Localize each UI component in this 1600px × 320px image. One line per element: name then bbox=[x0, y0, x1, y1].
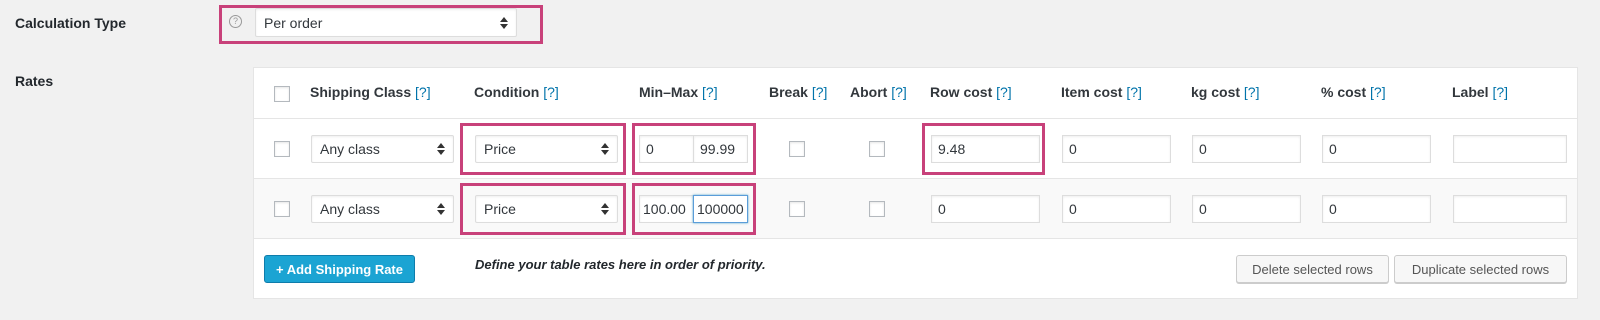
condition-select[interactable]: Price bbox=[475, 195, 618, 223]
condition-value: Price bbox=[484, 201, 516, 217]
kg-cost-input[interactable]: 0 bbox=[1192, 195, 1301, 223]
condition-select[interactable]: Price bbox=[475, 135, 618, 163]
header-abort: Abort [?] bbox=[850, 84, 907, 100]
help-link[interactable]: [?] bbox=[702, 84, 718, 100]
header-condition: Condition [?] bbox=[474, 84, 559, 100]
header-percent-cost: % cost [?] bbox=[1321, 84, 1386, 100]
help-link[interactable]: [?] bbox=[1492, 84, 1508, 100]
help-link[interactable]: [?] bbox=[1370, 84, 1386, 100]
header-break: Break [?] bbox=[769, 84, 828, 100]
abort-checkbox[interactable] bbox=[869, 141, 885, 157]
header-label: Label [?] bbox=[1452, 84, 1509, 100]
min-input[interactable]: 0 bbox=[639, 135, 694, 163]
table-rates-note: Define your table rates here in order of… bbox=[475, 257, 766, 272]
row-divider bbox=[254, 238, 1577, 239]
row-checkbox[interactable] bbox=[274, 141, 290, 157]
max-input[interactable]: 99.99 bbox=[693, 135, 748, 163]
help-link[interactable]: [?] bbox=[891, 84, 907, 100]
row-cost-input[interactable]: 9.48 bbox=[931, 135, 1040, 163]
header-row-cost: Row cost [?] bbox=[930, 84, 1012, 100]
item-cost-input[interactable]: 0 bbox=[1062, 135, 1171, 163]
percent-cost-input[interactable]: 0 bbox=[1322, 195, 1431, 223]
item-cost-input[interactable]: 0 bbox=[1062, 195, 1171, 223]
help-link[interactable]: [?] bbox=[1126, 84, 1142, 100]
help-link[interactable]: [?] bbox=[812, 84, 828, 100]
condition-value: Price bbox=[484, 141, 516, 157]
row-divider bbox=[254, 118, 1577, 119]
select-all-checkbox[interactable] bbox=[274, 86, 290, 102]
min-input[interactable]: 100.00 bbox=[639, 195, 694, 223]
duplicate-selected-rows-button[interactable]: Duplicate selected rows bbox=[1394, 255, 1567, 283]
delete-selected-rows-button[interactable]: Delete selected rows bbox=[1236, 255, 1389, 283]
rates-label: Rates bbox=[15, 73, 54, 89]
select-arrows-icon bbox=[601, 143, 609, 155]
break-checkbox[interactable] bbox=[789, 201, 805, 217]
help-link[interactable]: [?] bbox=[415, 84, 431, 100]
row-cost-input[interactable]: 0 bbox=[931, 195, 1040, 223]
break-checkbox[interactable] bbox=[789, 141, 805, 157]
calculation-type-select[interactable]: Per order bbox=[255, 8, 517, 37]
help-link[interactable]: [?] bbox=[543, 84, 559, 100]
help-icon[interactable]: ? bbox=[229, 15, 242, 28]
percent-cost-input[interactable]: 0 bbox=[1322, 135, 1431, 163]
row-checkbox[interactable] bbox=[274, 201, 290, 217]
max-input[interactable]: 100000 bbox=[693, 195, 748, 223]
select-arrows-icon bbox=[601, 203, 609, 215]
select-arrows-icon bbox=[437, 143, 445, 155]
help-link[interactable]: [?] bbox=[996, 84, 1012, 100]
shipping-class-value: Any class bbox=[320, 141, 380, 157]
label-input[interactable] bbox=[1453, 135, 1567, 163]
kg-cost-input[interactable]: 0 bbox=[1192, 135, 1301, 163]
add-shipping-rate-button[interactable]: + Add Shipping Rate bbox=[264, 255, 415, 283]
shipping-class-select[interactable]: Any class bbox=[311, 135, 454, 163]
header-min-max: Min–Max [?] bbox=[639, 84, 718, 100]
label-input[interactable] bbox=[1453, 195, 1567, 223]
help-link[interactable]: [?] bbox=[1244, 84, 1260, 100]
header-kg-cost: kg cost [?] bbox=[1191, 84, 1260, 100]
calculation-type-value: Per order bbox=[264, 14, 323, 31]
header-item-cost: Item cost [?] bbox=[1061, 84, 1142, 100]
select-arrows-icon bbox=[500, 16, 508, 29]
calculation-type-label: Calculation Type bbox=[15, 15, 126, 31]
shipping-class-value: Any class bbox=[320, 201, 380, 217]
select-arrows-icon bbox=[437, 203, 445, 215]
header-shipping-class: Shipping Class [?] bbox=[310, 84, 431, 100]
abort-checkbox[interactable] bbox=[869, 201, 885, 217]
shipping-class-select[interactable]: Any class bbox=[311, 195, 454, 223]
